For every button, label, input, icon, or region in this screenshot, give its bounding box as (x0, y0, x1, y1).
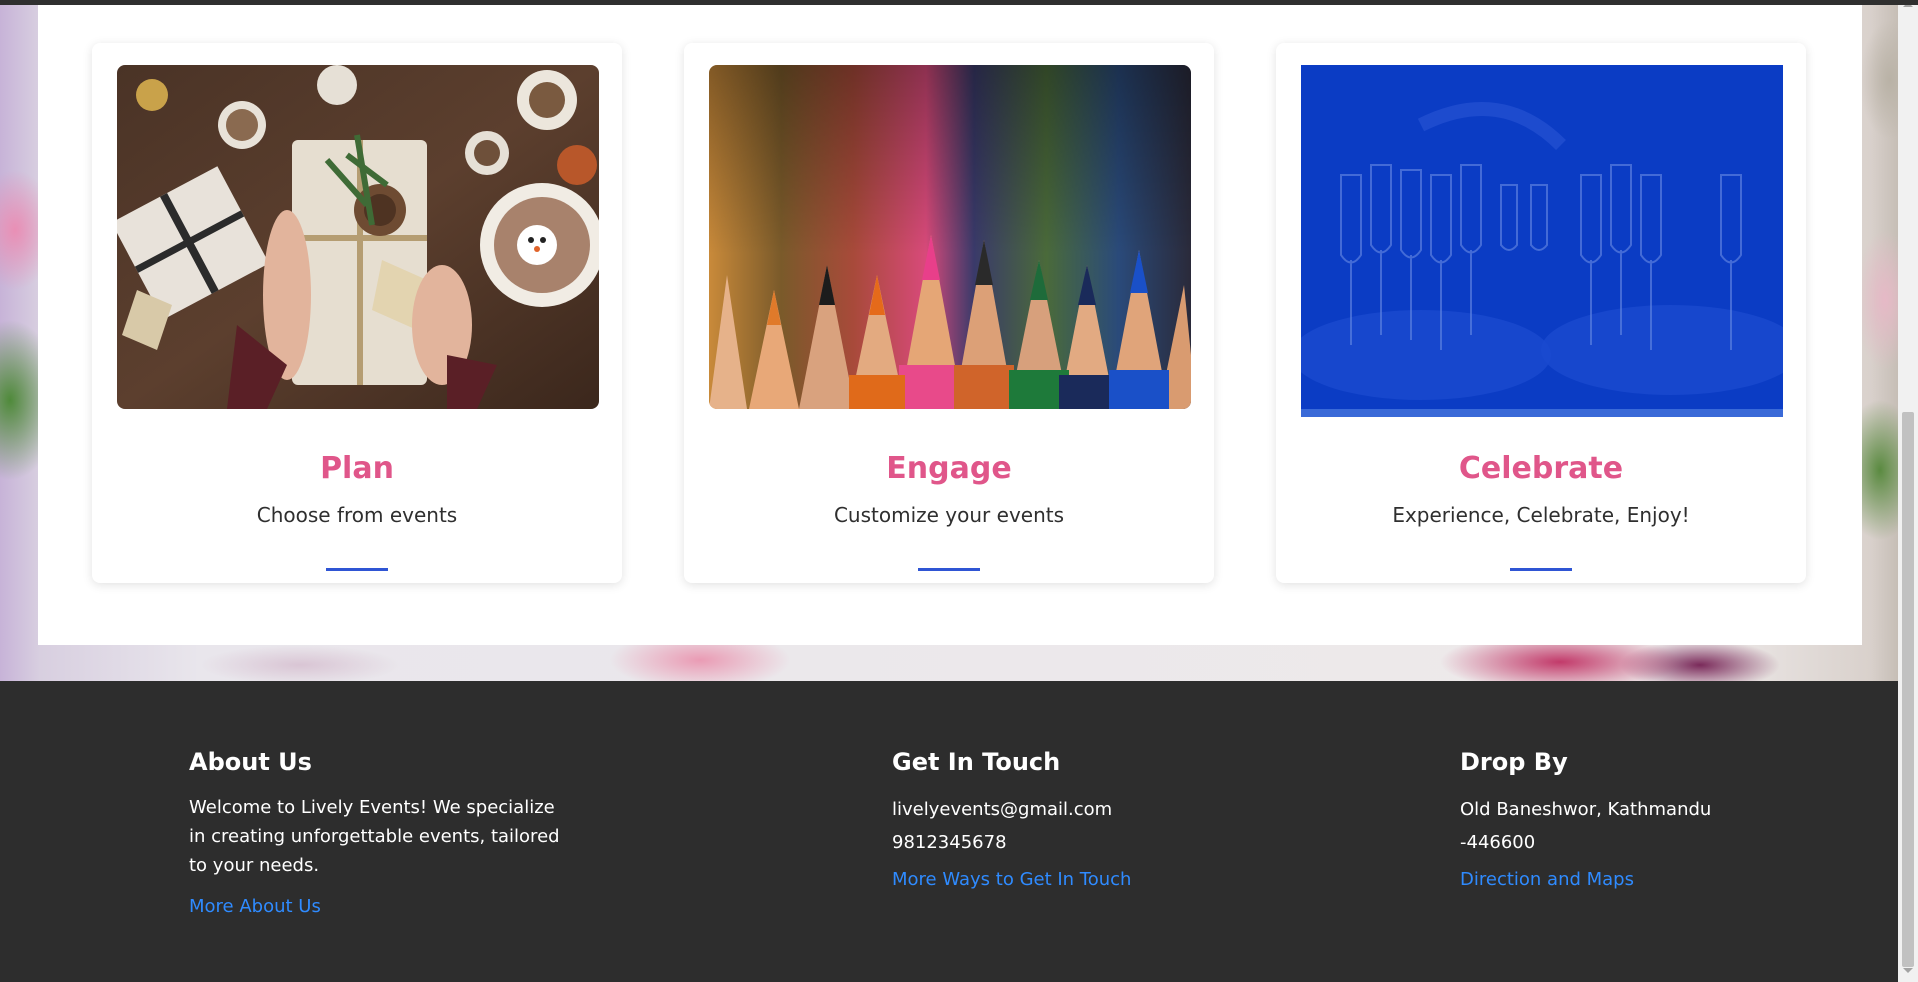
footer-heading: About Us (189, 748, 312, 776)
features-section: Plan Choose from events Engage Customize… (38, 5, 1862, 645)
card-plan[interactable]: Plan Choose from events (92, 43, 622, 583)
about-description: Welcome to Lively Events! We specialize … (189, 797, 560, 876)
card-accent-line (918, 568, 980, 571)
card-engage[interactable]: Engage Customize your events (684, 43, 1214, 583)
card-accent-line (1510, 568, 1572, 571)
card-accent-line (326, 568, 388, 571)
address-line-2: -446600 (1460, 832, 1536, 853)
gift-box-image (117, 65, 599, 409)
card-title: Plan (320, 451, 394, 486)
more-contact-link[interactable]: More Ways to Get In Touch (892, 867, 1131, 893)
scrollbar-thumb[interactable] (1902, 412, 1914, 967)
card-subtitle: Choose from events (256, 503, 458, 527)
card-title: Engage (886, 451, 1012, 486)
card-subtitle: Experience, Celebrate, Enjoy! (1392, 503, 1690, 527)
card-celebrate[interactable]: Celebrate Experience, Celebrate, Enjoy! (1276, 43, 1806, 583)
card-title: Celebrate (1458, 451, 1624, 486)
footer-about: About Us Welcome to Lively Events! We sp… (189, 747, 569, 920)
scroll-down-arrow-icon[interactable] (1903, 968, 1913, 973)
champagne-glasses-image (1301, 65, 1783, 417)
footer-heading: Drop By (1460, 748, 1568, 776)
footer-location: Drop By Old Baneshwor, Kathmandu -446600… (1460, 747, 1780, 893)
contact-phone: 9812345678 (892, 832, 1007, 853)
footer-heading: Get In Touch (892, 748, 1061, 776)
more-about-us-link[interactable]: More About Us (189, 894, 321, 920)
footer-contact: Get In Touch livelyevents@gmail.com 9812… (892, 747, 1212, 893)
address-line-1: Old Baneshwor, Kathmandu (1460, 799, 1712, 820)
contact-email: livelyevents@gmail.com (892, 799, 1113, 820)
colored-pencils-image (709, 65, 1191, 409)
top-strip (0, 0, 1918, 5)
site-footer: About Us Welcome to Lively Events! We sp… (0, 681, 1898, 982)
directions-link[interactable]: Direction and Maps (1460, 867, 1634, 893)
card-subtitle: Customize your events (833, 503, 1065, 527)
